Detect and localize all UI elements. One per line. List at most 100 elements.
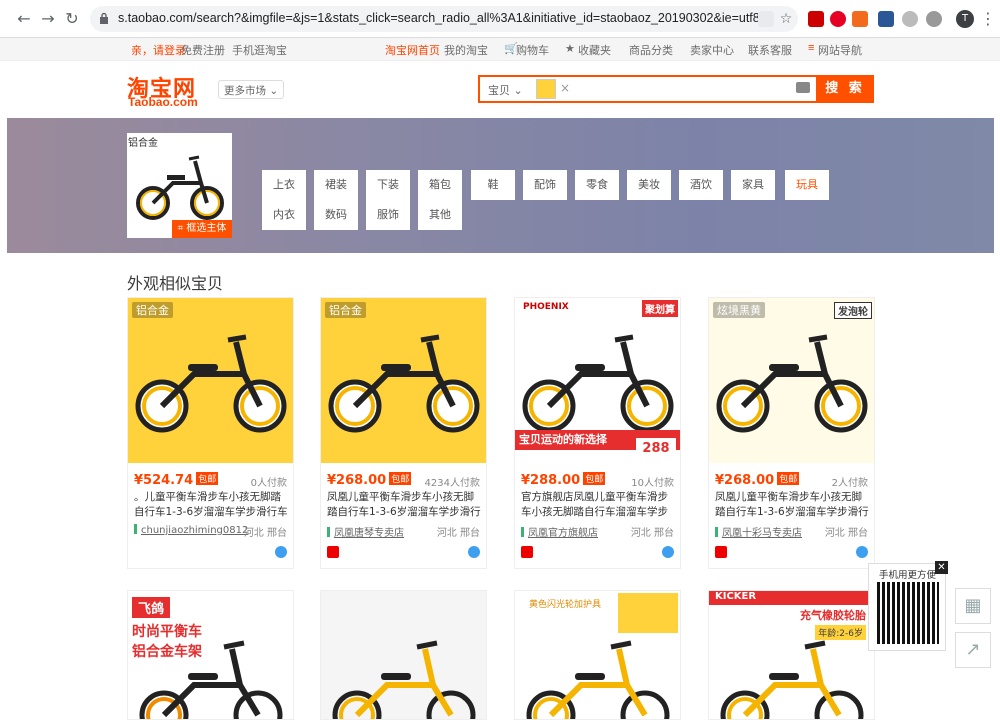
promo-line1: 黄色闪光轮加护具: [529, 600, 602, 610]
category-tab[interactable]: 家具: [731, 170, 775, 200]
search-box[interactable]: 宝贝 ⌄ × 搜 索: [478, 75, 874, 103]
shop-link[interactable]: chunjiaozhiming0812: [134, 524, 248, 536]
product-card[interactable]: PHOENIX 宝贝运动的新选择 288 聚划算 ¥288.00 包邮 10人付款…: [514, 297, 681, 569]
wangwang-chat-icon[interactable]: [662, 546, 674, 558]
category-tab[interactable]: 酒饮: [679, 170, 723, 200]
balance-bike-image: [139, 640, 283, 719]
category-tab[interactable]: 玩具: [785, 170, 829, 200]
forward-icon[interactable]: →: [38, 9, 58, 29]
extension-chat-icon[interactable]: [926, 11, 942, 27]
office-extension-icon[interactable]: [852, 11, 868, 27]
star-icon[interactable]: ☆: [778, 11, 794, 27]
shop-link[interactable]: 凤凰官方旗舰店: [521, 524, 598, 539]
product-card[interactable]: 飞鸽 时尚平衡车 铝合金车架: [127, 590, 294, 720]
wangwang-chat-icon[interactable]: [275, 546, 287, 558]
product-image[interactable]: 铝合金: [128, 298, 293, 463]
product-image[interactable]: PHOENIX 宝贝运动的新选择 288 聚划算: [515, 298, 680, 463]
address-bar[interactable]: s.taobao.com/search?&imgfile=&js=1&stats…: [90, 6, 798, 32]
category-tab[interactable]: 箱包 其他: [418, 170, 462, 230]
tmall-badge-icon: [327, 546, 339, 558]
tab-label: 鞋: [487, 178, 499, 191]
seller-center-link[interactable]: 卖家中心: [690, 42, 734, 58]
extension-icon[interactable]: [878, 11, 894, 27]
cart-link[interactable]: 购物车: [516, 42, 549, 58]
product-price: ¥288.00 包邮: [521, 472, 606, 488]
category-tab[interactable]: 鞋: [471, 170, 515, 200]
register-link[interactable]: 免费注册: [181, 42, 225, 58]
brand-label: 飞鸽: [132, 597, 171, 618]
free-shipping-badge: 包邮: [196, 472, 219, 485]
back-icon[interactable]: ←: [14, 9, 34, 29]
product-title[interactable]: 。儿童平衡车滑步车小孩无脚踏自行车1-3-6岁溜溜车学步滑行车: [134, 490, 288, 520]
tmall-badge-icon: [715, 546, 727, 558]
shop-icon: [327, 527, 330, 537]
category-tab[interactable]: 美妆: [627, 170, 671, 200]
product-card[interactable]: 黄色闪光轮加护具: [514, 590, 681, 720]
shop-link[interactable]: 凤凰十彩马专卖店: [715, 524, 802, 539]
menu-dots-icon[interactable]: ⋮: [978, 9, 998, 29]
remove-image-icon[interactable]: ×: [560, 81, 570, 95]
balance-bike-image: [135, 334, 287, 433]
category-tab[interactable]: 配饰: [523, 170, 567, 200]
category-tab[interactable]: 零食: [575, 170, 619, 200]
category-tab[interactable]: 上衣 内衣: [262, 170, 306, 230]
service-link[interactable]: 联系客服: [748, 42, 792, 58]
qr-close-button[interactable]: ✕: [935, 561, 948, 574]
tab-label: 配饰: [534, 178, 556, 191]
share-icon[interactable]: ↗: [955, 632, 991, 668]
category-tab[interactable]: 裙装 数码: [314, 170, 358, 230]
tab-label: 数码: [325, 208, 347, 221]
wangwang-chat-icon[interactable]: [468, 546, 480, 558]
taobao-logo-en[interactable]: Taobao.com: [128, 95, 198, 109]
tab-label: 美妆: [638, 178, 660, 191]
qr-panel: 手机用更方便: [868, 563, 946, 651]
product-card[interactable]: [320, 590, 487, 720]
extension-circle-icon[interactable]: [902, 11, 918, 27]
product-card[interactable]: 铝合金 ¥268.00 包邮 4234人付款 凤凰儿童平衡车滑步车小孩无脚踏自行车…: [320, 297, 487, 569]
translate-icon[interactable]: [758, 11, 774, 27]
free-shipping-badge: 包邮: [777, 472, 800, 485]
search-button[interactable]: 搜 索: [816, 75, 874, 103]
login-link[interactable]: 亲，请登录: [131, 42, 186, 58]
brand-label: KICKER: [709, 591, 874, 605]
balance-bike-image: [716, 334, 868, 433]
shop-link[interactable]: 凤凰唐琴专卖店: [327, 524, 404, 539]
tab-label: 箱包: [429, 178, 451, 191]
product-card[interactable]: KICKER 充气橡胶轮胎 年龄:2-6岁: [708, 590, 875, 720]
site-nav-link[interactable]: 网站导航: [818, 42, 862, 58]
product-title[interactable]: 凤凰儿童平衡车滑步车小孩无脚踏自行车1-3-6岁溜溜车学步滑行车: [715, 490, 869, 520]
product-image[interactable]: 炫境黑黄 发泡轮: [709, 298, 874, 463]
product-price: ¥268.00 包邮: [327, 472, 412, 488]
profile-avatar[interactable]: T: [956, 10, 974, 28]
qr-toggle-icon[interactable]: ▦: [955, 588, 991, 624]
balance-bike-image: [720, 640, 864, 719]
wangwang-chat-icon[interactable]: [856, 546, 868, 558]
mobile-link[interactable]: 手机逛淘宝: [232, 42, 287, 58]
pinterest-icon[interactable]: [830, 11, 846, 27]
product-price: ¥524.74 包邮: [134, 472, 219, 488]
search-category-select[interactable]: 宝贝 ⌄: [488, 82, 523, 98]
product-card[interactable]: 铝合金 ¥524.74 包邮 0人付款 。儿童平衡车滑步车小孩无脚踏自行车1-3-…: [127, 297, 294, 569]
my-taobao-link[interactable]: 我的淘宝: [444, 42, 488, 58]
crop-subject-button[interactable]: ⌗ 框选主体: [172, 220, 232, 238]
product-title[interactable]: 凤凰儿童平衡车滑步车小孩无脚踏自行车1-3-6岁溜溜车学步滑行车: [327, 490, 481, 520]
product-tag: 铝合金: [325, 302, 366, 318]
section-title: 外观相似宝贝: [127, 274, 224, 293]
product-title[interactable]: 官方旗舰店凤凰儿童平衡车滑步车小孩无脚踏自行车溜溜车学步滑行车: [521, 490, 675, 520]
helmet-image: [618, 593, 678, 633]
product-card[interactable]: 炫境黑黄 发泡轮 ¥268.00 包邮 2人付款 凤凰儿童平衡车滑步车小孩无脚踏自…: [708, 297, 875, 569]
location: 河北 邢台: [436, 528, 480, 539]
tab-label: 酒饮: [690, 178, 712, 191]
market-dropdown[interactable]: 更多市场 ⌄: [218, 80, 285, 99]
pdf-extension-icon[interactable]: [808, 11, 824, 27]
product-image[interactable]: 铝合金: [321, 298, 486, 463]
favorites-link[interactable]: 收藏夹: [578, 42, 611, 58]
free-shipping-badge: 包邮: [389, 472, 412, 485]
query-image[interactable]: 铝合金 ⌗ 框选主体: [127, 133, 232, 238]
reload-icon[interactable]: ↻: [62, 9, 82, 29]
shop-icon: [521, 527, 524, 537]
camera-icon[interactable]: [796, 82, 810, 93]
home-link[interactable]: 淘宝网首页: [385, 42, 440, 58]
categories-link[interactable]: 商品分类: [629, 42, 673, 58]
category-tab[interactable]: 下装 服饰: [366, 170, 410, 230]
